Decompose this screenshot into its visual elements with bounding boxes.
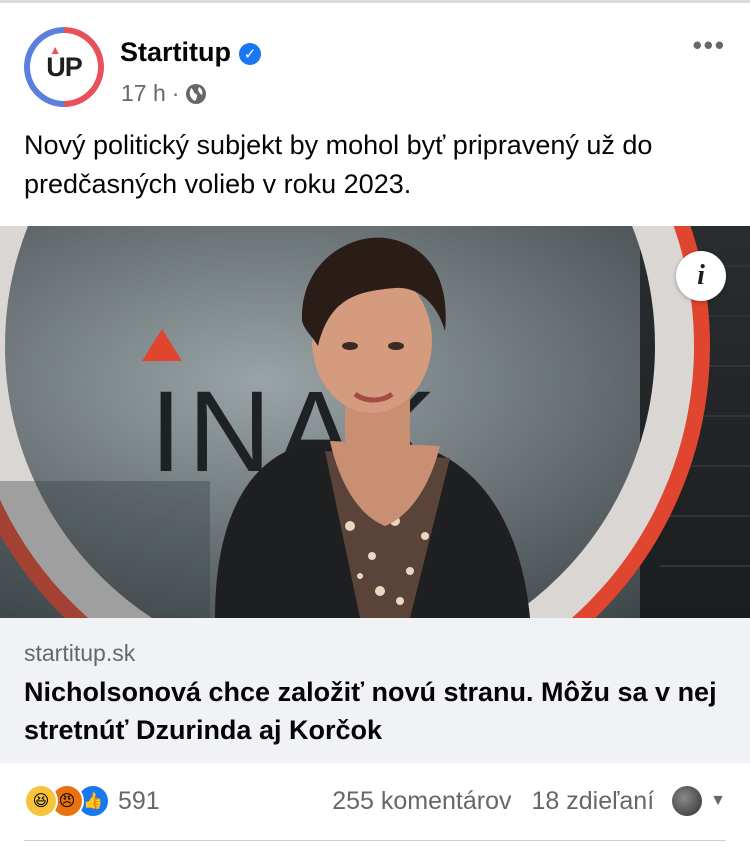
post-meta: 17 h · bbox=[121, 80, 207, 107]
chevron-down-icon[interactable]: ▼ bbox=[710, 792, 726, 810]
name-row: Startitup ✓ bbox=[120, 37, 261, 68]
photo-illustration: INAK bbox=[0, 226, 750, 618]
link-preview-image[interactable]: INAK i bbox=[0, 226, 750, 618]
page-avatar[interactable]: ▲ UP bbox=[24, 27, 104, 107]
globe-icon bbox=[186, 83, 207, 104]
link-domain: startitup.sk bbox=[24, 640, 136, 666]
avatar-logo-text: ▲ UP bbox=[46, 43, 83, 83]
actions-divider bbox=[24, 840, 726, 841]
info-icon[interactable]: i bbox=[676, 251, 726, 301]
link-title[interactable]: Nicholsonová chce založiť novú stranu. M… bbox=[24, 673, 724, 749]
post-text: Nový politický subjekt by mohol byť prip… bbox=[24, 130, 653, 199]
verified-badge-icon: ✓ bbox=[239, 42, 261, 65]
avatar-arrow-icon: ▲ bbox=[49, 42, 61, 57]
reactions-count[interactable]: 591 bbox=[118, 787, 160, 816]
haha-reaction-icon: 😆 bbox=[24, 784, 58, 818]
viewer-avatar[interactable] bbox=[672, 786, 703, 816]
page-name-link[interactable]: Startitup bbox=[120, 37, 231, 68]
post-timestamp[interactable]: 17 h bbox=[121, 80, 166, 107]
comments-count[interactable]: 255 komentárov bbox=[332, 787, 511, 816]
avatar-inner: ▲ UP bbox=[30, 33, 98, 101]
more-options-icon[interactable]: ••• bbox=[693, 30, 726, 61]
post-stats: 255 komentárov 18 zdieľaní ▼ bbox=[332, 786, 726, 816]
reactions-summary[interactable]: 😆 😠 👍 591 bbox=[24, 784, 160, 818]
post-header: ▲ UP Startitup ✓ 17 h · ••• bbox=[0, 0, 750, 120]
link-preview-card[interactable]: startitup.sk Nicholsonová chce založiť n… bbox=[0, 618, 750, 763]
meta-separator: · bbox=[171, 80, 180, 106]
shares-count[interactable]: 18 zdieľaní bbox=[532, 787, 655, 816]
